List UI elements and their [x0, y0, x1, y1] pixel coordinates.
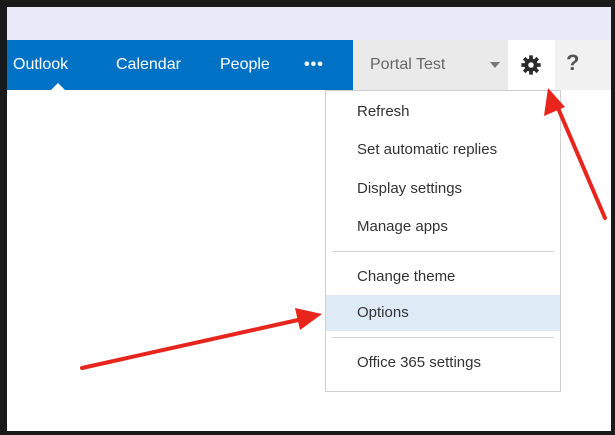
annotation-arrows [80, 88, 607, 370]
arrow-to-gear [544, 88, 607, 220]
arrow-to-options [80, 308, 322, 370]
